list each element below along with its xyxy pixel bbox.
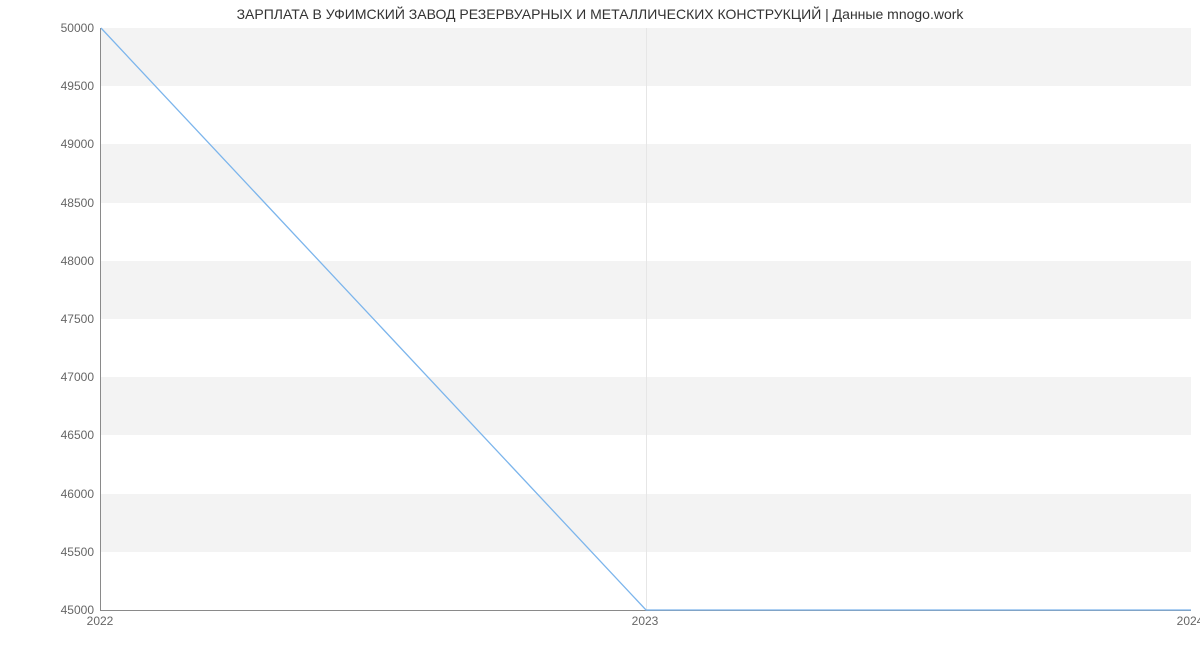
y-tick-label: 49500 (4, 79, 94, 93)
y-tick-label: 45000 (4, 603, 94, 617)
y-tick-label: 47000 (4, 370, 94, 384)
x-tick-label: 2024 (1177, 614, 1200, 628)
y-tick-label: 46500 (4, 428, 94, 442)
y-tick-label: 49000 (4, 137, 94, 151)
y-tick-label: 48000 (4, 254, 94, 268)
plot-area (100, 28, 1191, 611)
y-tick-label: 46000 (4, 487, 94, 501)
x-tick-label: 2022 (87, 614, 114, 628)
chart-title: ЗАРПЛАТА В УФИМСКИЙ ЗАВОД РЕЗЕРВУАРНЫХ И… (0, 6, 1200, 22)
y-tick-label: 45500 (4, 545, 94, 559)
y-tick-label: 48500 (4, 196, 94, 210)
y-tick-label: 47500 (4, 312, 94, 326)
y-tick-label: 50000 (4, 21, 94, 35)
line-layer (101, 28, 1191, 610)
series-line-salary (101, 28, 1191, 610)
x-tick-label: 2023 (632, 614, 659, 628)
chart-container: ЗАРПЛАТА В УФИМСКИЙ ЗАВОД РЕЗЕРВУАРНЫХ И… (0, 0, 1200, 650)
